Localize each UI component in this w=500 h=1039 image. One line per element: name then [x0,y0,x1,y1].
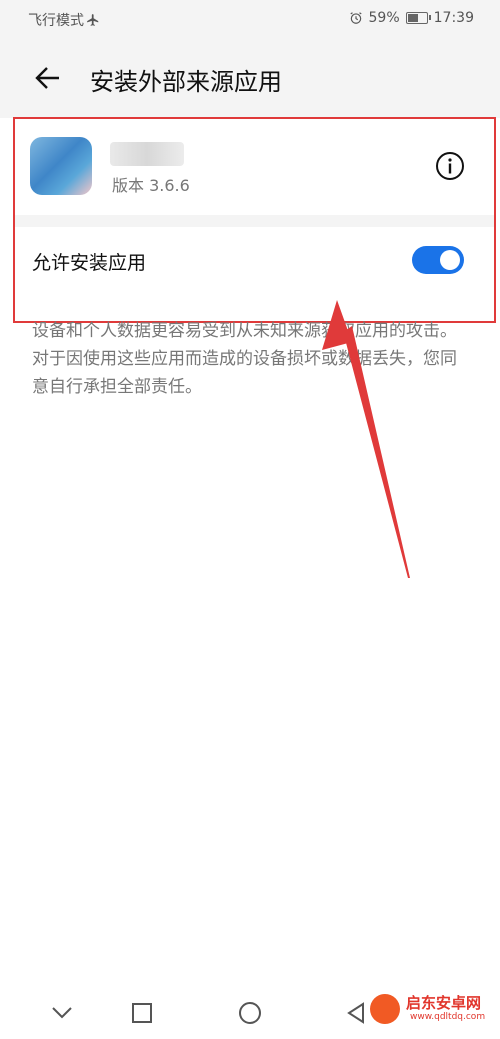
toggle-knob [440,250,460,270]
allow-install-toggle[interactable] [412,246,464,274]
nav-down-button[interactable] [42,993,82,1033]
battery-icon [405,12,431,24]
status-bar: 飞行模式 59% 17:39 [0,0,500,38]
watermark-logo [370,994,400,1024]
back-arrow-icon [35,67,59,89]
chevron-down-icon [52,1007,72,1019]
airplane-icon [87,14,99,26]
card-divider [14,215,496,227]
circle-icon [239,1002,261,1024]
app-version: 版本 3.6.6 [112,176,190,195]
triangle-back-icon [347,1002,364,1024]
battery-percent: 59% [368,10,400,26]
allow-install-label: 允许安装应用 [32,252,147,274]
square-icon [132,1003,152,1023]
battery-fill [407,14,418,22]
nav-recents-button[interactable] [122,993,162,1033]
watermark-name: 启东安卓网 [406,994,482,1012]
info-icon [436,152,464,180]
app-name-blurred [110,142,184,166]
back-button[interactable] [30,60,66,96]
airplane-mode-label: 飞行模式 [28,13,84,29]
status-right: 59% 17:39 [349,10,474,26]
page-title: 安装外部来源应用 [90,68,282,96]
app-info-button[interactable] [434,150,466,182]
header: 安装外部来源应用 [0,38,500,118]
app-icon [30,137,92,195]
clock: 17:39 [433,10,474,26]
alarm-icon [349,12,362,24]
status-left: 飞行模式 [28,10,100,30]
nav-home-button[interactable] [230,993,270,1033]
warning-text: 设备和个人数据更容易受到从未知来源获取应用的攻击。对于因使用这些应用而造成的设备… [32,321,457,397]
watermark-url: www.qdltdq.com [410,1012,486,1022]
